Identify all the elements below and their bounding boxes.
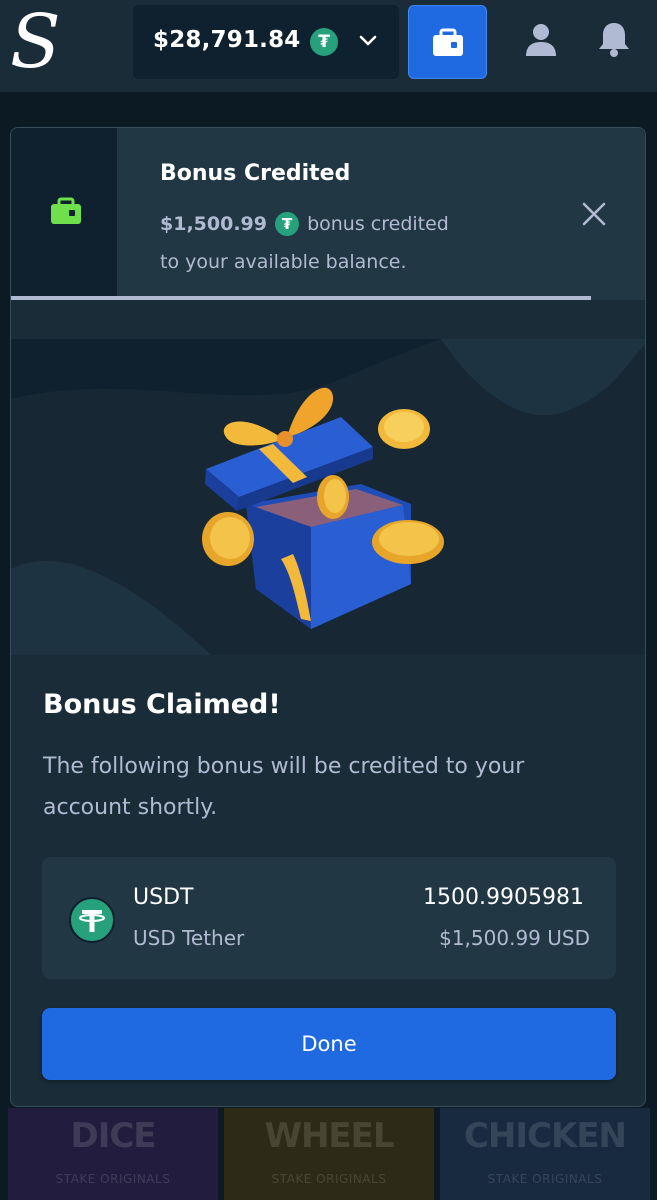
modal-description: The following bonus will be credited to … — [43, 754, 525, 820]
tether-icon: ₮ — [275, 212, 300, 236]
game-tile-subtitle: STAKE ORIGINALS — [271, 1172, 387, 1186]
toast-icon-column — [11, 128, 117, 298]
asset-symbol: USDT — [133, 885, 194, 910]
close-icon[interactable] — [581, 201, 607, 227]
game-tile-name: CHICKEN — [463, 1116, 627, 1156]
stake-logo[interactable]: S — [10, 2, 61, 82]
toast-message-part1: bonus credited — [307, 213, 449, 235]
toast-message-part2: to your available balance. — [160, 251, 407, 273]
toast-amount: $1,500.99 — [160, 213, 267, 235]
bonus-modal: Bonus Credited $1,500.99 ₮ bonus credite… — [10, 127, 646, 1107]
chevron-down-icon — [359, 35, 377, 46]
game-tile-name: WHEEL — [264, 1116, 394, 1156]
wallet-icon — [51, 197, 81, 224]
bell-icon[interactable] — [597, 20, 631, 58]
game-tile-dice[interactable]: DICE STAKE ORIGINALS — [8, 1108, 218, 1200]
gift-illustration — [11, 339, 645, 655]
bonus-credited-toast: Bonus Credited $1,500.99 ₮ bonus credite… — [11, 128, 645, 300]
game-tile-chicken[interactable]: CHICKEN STAKE ORIGINALS — [440, 1108, 650, 1200]
tether-icon — [69, 897, 115, 943]
asset-usd-value: $1,500.99 USD — [439, 926, 590, 950]
balance-amount: $28,791.84 — [153, 27, 301, 53]
bonus-asset-card: USDT USD Tether 1500.9905981 $1,500.99 U… — [42, 857, 616, 979]
done-button[interactable]: Done — [42, 1008, 616, 1080]
toast-title: Bonus Credited — [160, 161, 351, 186]
game-tile-subtitle: STAKE ORIGINALS — [55, 1172, 171, 1186]
toast-message: $1,500.99 ₮ bonus credited to your avail… — [160, 205, 540, 281]
asset-name: USD Tether — [133, 926, 245, 950]
tether-icon: ₮ — [310, 28, 338, 56]
game-tile-wheel[interactable]: WHEEL STAKE ORIGINALS — [224, 1108, 434, 1200]
asset-amount: 1500.9905981 — [423, 885, 584, 910]
user-icon[interactable] — [524, 22, 558, 58]
game-tiles: DICE STAKE ORIGINALS WHEEL STAKE ORIGINA… — [0, 1108, 657, 1200]
wallet-button[interactable] — [408, 5, 487, 79]
modal-title: Bonus Claimed! — [43, 689, 281, 720]
gift-box-image — [11, 339, 645, 655]
game-tile-subtitle: STAKE ORIGINALS — [487, 1172, 603, 1186]
balance-selector[interactable]: $28,791.84 ₮ — [133, 5, 399, 79]
game-tile-name: DICE — [70, 1116, 156, 1156]
wallet-icon — [433, 28, 463, 56]
top-bar: S $28,791.84 ₮ — [0, 0, 657, 92]
toast-progress-bar — [11, 296, 591, 300]
